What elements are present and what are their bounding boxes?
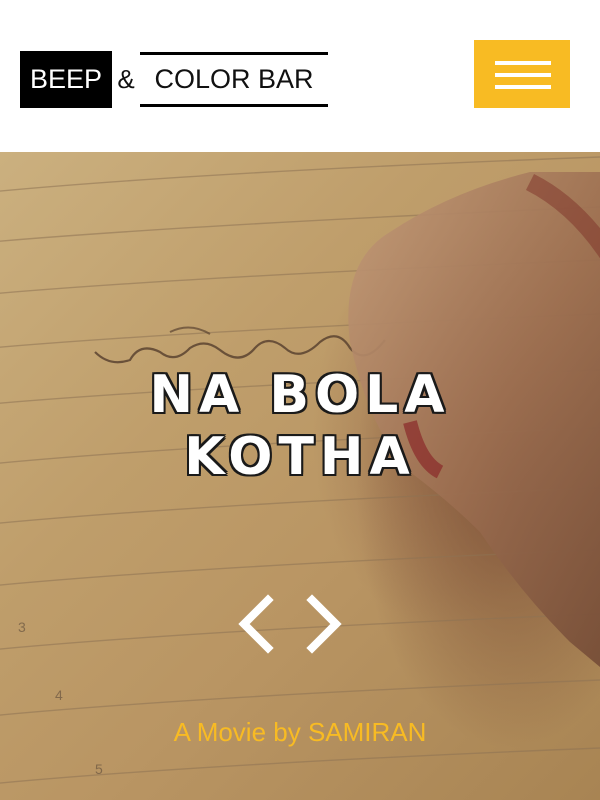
hero-title: NA BOLA KOTHA [0, 364, 600, 488]
logo-color-bar-text: COLOR BAR [140, 52, 328, 107]
svg-text:3: 3 [18, 619, 26, 635]
hero-title-line1: NA BOLA [149, 365, 451, 425]
hero-title-line2: KOTHA [184, 427, 416, 487]
chevron-right-icon [306, 594, 342, 654]
slider-next-button[interactable] [300, 594, 346, 654]
slider-prev-button[interactable] [234, 594, 280, 654]
menu-button[interactable] [474, 40, 570, 108]
svg-text:5: 5 [95, 761, 103, 777]
hero-slider: 3 4 5 NA BOLA KOTHA A Movie by SAMIRAN [0, 152, 600, 800]
svg-text:4: 4 [55, 687, 63, 703]
hero-tagline: A Movie by SAMIRAN [173, 717, 427, 747]
site-logo[interactable]: BEEP & COLOR BAR [20, 51, 328, 108]
chevron-left-icon [238, 594, 274, 654]
logo-beep-text: BEEP [20, 51, 112, 108]
logo-ampersand: & [117, 64, 135, 94]
site-header: BEEP & COLOR BAR [0, 0, 600, 152]
